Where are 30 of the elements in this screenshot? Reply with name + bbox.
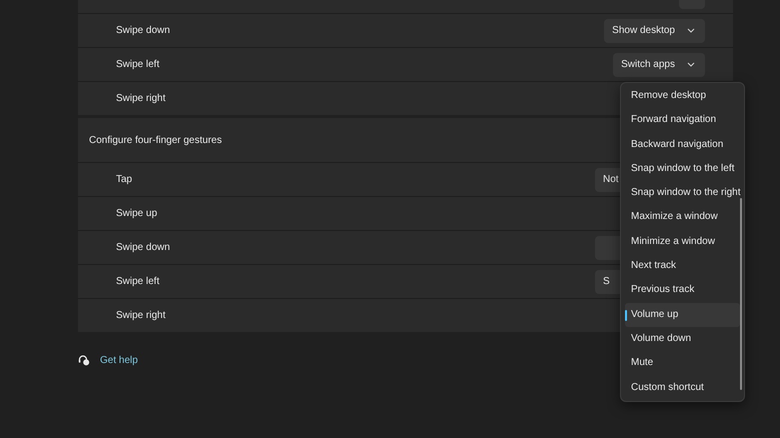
action-dropdown[interactable]: Switch apps <box>613 52 705 76</box>
gesture-label: Swipe down <box>116 242 170 253</box>
menu-item[interactable]: Forward navigation <box>625 108 740 133</box>
gesture-label: Swipe up <box>116 208 158 219</box>
menu-item[interactable]: Next track <box>625 254 740 278</box>
gesture-label: Swipe left <box>116 276 160 287</box>
help-icon <box>78 354 90 366</box>
section-title: Configure four-finger gestures <box>89 134 222 146</box>
menu-item[interactable]: Minimize a window <box>625 230 740 254</box>
action-dropdown[interactable]: Show desktop <box>604 18 705 42</box>
get-help-link[interactable]: Get help <box>100 354 138 366</box>
menu-item[interactable]: Mute <box>625 351 740 376</box>
menu-item[interactable]: Snap window to the left <box>625 156 740 182</box>
menu-item[interactable]: Volume down <box>625 326 740 352</box>
gesture-label: Tap <box>116 174 132 185</box>
gesture-label: Swipe down <box>116 25 170 36</box>
gesture-label: Swipe left <box>116 59 160 70</box>
menu-item[interactable]: Previous track <box>625 278 740 303</box>
chevron-down-icon <box>687 62 695 67</box>
scrollbar[interactable] <box>740 198 742 390</box>
menu-item[interactable]: Remove desktop <box>625 84 740 108</box>
selection-indicator <box>625 310 627 321</box>
gesture-label: Swipe right <box>116 310 166 321</box>
gesture-label: Swipe right <box>116 93 166 104</box>
menu-item[interactable]: Snap window to the right <box>625 181 740 206</box>
menu-item[interactable]: Backward navigation <box>625 132 740 157</box>
menu-item[interactable]: Maximize a window <box>625 205 740 230</box>
menu-item[interactable]: Custom shortcut <box>625 376 740 400</box>
menu-item[interactable]: Volume up <box>625 302 740 327</box>
chevron-down-icon <box>687 28 695 33</box>
